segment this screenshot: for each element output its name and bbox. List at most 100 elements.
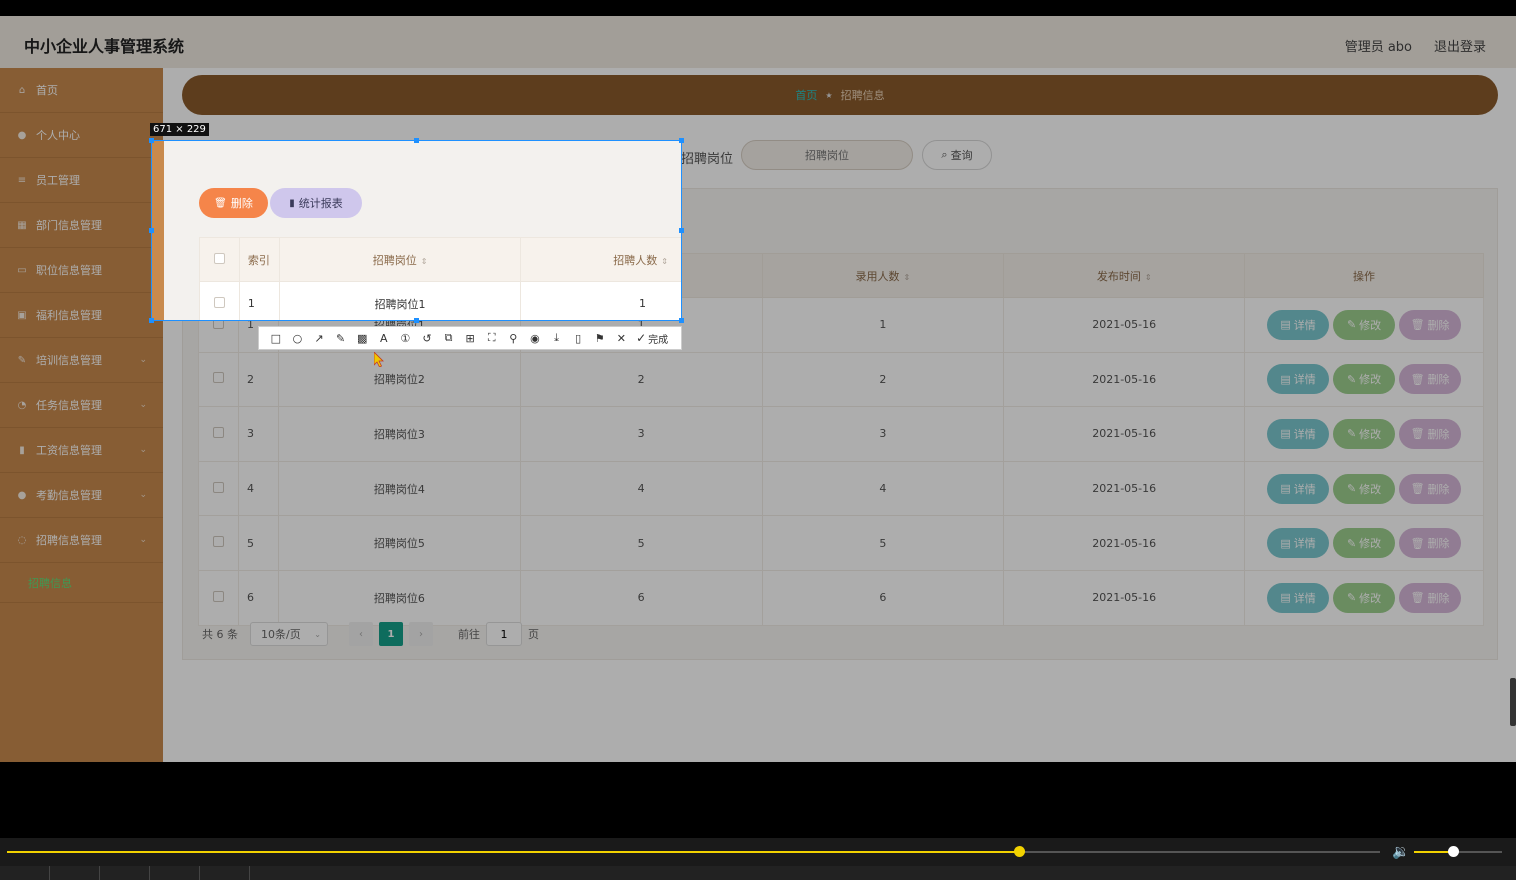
delete-button[interactable]: 🗑 删除 (1399, 309, 1462, 340)
sidebar-item-4[interactable]: ▭ 职位信息管理 (0, 248, 163, 293)
sidebar-item-3[interactable]: ▦ 部门信息管理 (0, 203, 163, 248)
sort-icon[interactable]: ⇕ (904, 273, 911, 282)
row-checkbox[interactable] (212, 426, 224, 438)
sidebar-item-6[interactable]: ✎ 培训信息管理 ⌄ (0, 338, 163, 383)
delete-button[interactable]: 🗑 删除 (1399, 418, 1462, 449)
sidebar-item-8[interactable]: ▮ 工资信息管理 ⌄ (0, 428, 163, 473)
bookmark-icon[interactable]: ⚑ (589, 328, 611, 348)
edit-button[interactable]: ✎ 修改 (1333, 528, 1396, 559)
row-checkbox-cell[interactable] (199, 281, 240, 320)
row-checkbox-cell[interactable] (198, 569, 239, 626)
volume-knob[interactable] (1447, 846, 1459, 857)
delete-button[interactable]: 🗑 删除 (1399, 528, 1462, 559)
row-checkbox[interactable] (212, 590, 224, 602)
volume-icon[interactable]: 🔉 (1392, 844, 1409, 860)
detail-button[interactable]: ▤ 详情 (1267, 528, 1330, 559)
close-icon[interactable]: ✕ (611, 328, 633, 348)
edit-button[interactable]: ✎ 修改 (1333, 582, 1396, 613)
sidebar-subitem-recruit-info[interactable]: 招聘信息 (0, 563, 163, 603)
sidebar-item-1[interactable]: ● 个人中心 (0, 113, 163, 158)
delete-button[interactable]: 🗑 删除 (1399, 473, 1462, 504)
resize-handle[interactable] (679, 138, 684, 143)
next-page-button[interactable]: › (409, 622, 433, 646)
detail-button[interactable]: ▤ 详情 (1267, 364, 1330, 395)
resize-handle[interactable] (679, 228, 684, 233)
cap-col-need[interactable]: 招聘人数 ⇕ (520, 237, 681, 282)
resize-handle[interactable] (149, 318, 154, 323)
search-input[interactable] (741, 140, 913, 170)
sidebar-item-9[interactable]: ● 考勤信息管理 ⌄ (0, 473, 163, 518)
translate-icon[interactable]: ⊞ (459, 328, 481, 348)
row-checkbox-cell[interactable] (198, 515, 239, 571)
search-button[interactable]: ⌕ 查询 (922, 140, 992, 170)
record-icon[interactable]: ◉ (524, 328, 546, 348)
resize-handle[interactable] (414, 318, 419, 323)
resize-handle[interactable] (414, 138, 419, 143)
cap-select-all[interactable] (199, 237, 240, 282)
text-tool-icon[interactable]: A (373, 328, 395, 348)
sort-icon[interactable]: ⇕ (661, 257, 668, 266)
col-header-hired[interactable]: 录用人数 ⇕ (761, 253, 1005, 298)
page-button-current[interactable]: 1 (379, 622, 403, 646)
done-button[interactable]: ✓ 完成 (636, 331, 668, 346)
table-row: 5 招聘岗位5 5 5 2021-05-16 ▤ 详情 ✎ 修改 🗑 删除 (198, 515, 1484, 571)
edit-button[interactable]: ✎ 修改 (1333, 364, 1396, 395)
pin-icon[interactable]: ⚲ (503, 328, 525, 348)
scrollbar-handle[interactable] (1510, 678, 1516, 726)
mosaic-tool-icon[interactable]: ▩ (351, 328, 373, 348)
scan-icon[interactable]: ⛶ (481, 328, 503, 348)
ellipse-tool-icon[interactable]: ○ (287, 328, 309, 348)
undo-icon[interactable]: ↺ (416, 328, 438, 348)
row-checkbox[interactable] (212, 536, 224, 548)
delete-button[interactable]: 🗑 删除 (1399, 582, 1462, 613)
resize-handle[interactable] (679, 318, 684, 323)
rectangle-tool-icon[interactable]: □ (265, 328, 287, 348)
arrow-tool-icon[interactable]: ↗ (308, 328, 330, 348)
select-all-checkbox[interactable] (213, 252, 225, 264)
sort-icon[interactable]: ⇕ (1145, 273, 1152, 282)
goto-page-input[interactable] (486, 622, 522, 646)
col-header-date[interactable]: 发布时间 ⇕ (1003, 253, 1246, 298)
cap-col-post[interactable]: 招聘岗位 ⇕ (278, 237, 522, 282)
row-checkbox[interactable] (212, 372, 224, 384)
prev-page-button[interactable]: ‹ (349, 622, 373, 646)
resize-handle[interactable] (149, 138, 154, 143)
edit-button[interactable]: ✎ 修改 (1333, 473, 1396, 504)
report-button[interactable]: ▮ 统计报表 (270, 188, 362, 218)
phone-icon[interactable]: ▯ (567, 328, 589, 348)
detail-button[interactable]: ▤ 详情 (1267, 582, 1330, 613)
cell-need: 4 (519, 460, 763, 517)
resize-handle[interactable] (149, 228, 154, 233)
detail-button[interactable]: ▤ 详情 (1267, 418, 1330, 449)
breadcrumb-home[interactable]: 首页 (795, 87, 817, 103)
sidebar-item-2[interactable]: ≡ 员工管理 (0, 158, 163, 203)
progress-knob[interactable] (1013, 846, 1025, 857)
user-icon: ● (17, 129, 27, 141)
page-size-select[interactable]: 10条/页 ⌄ (250, 622, 328, 646)
sort-icon[interactable]: ⇕ (421, 257, 428, 266)
edit-button[interactable]: ✎ 修改 (1333, 309, 1396, 340)
download-icon[interactable]: ⤓ (546, 328, 568, 348)
ocr-icon[interactable]: ⧉ (438, 328, 460, 348)
chevron-down-icon: ⌄ (139, 490, 147, 500)
row-checkbox[interactable] (212, 481, 224, 493)
sidebar-item-7[interactable]: ◔ 任务信息管理 ⌄ (0, 383, 163, 428)
detail-button[interactable]: ▤ 详情 (1267, 473, 1330, 504)
delete-button[interactable]: 🗑 删除 (1399, 364, 1462, 395)
pen-tool-icon[interactable]: ✎ (330, 328, 352, 348)
logout-link[interactable]: 退出登录 (1434, 36, 1486, 55)
batch-delete-button[interactable]: 🗑 删除 (199, 188, 268, 218)
sidebar-item-0[interactable]: ⌂ 首页 (0, 68, 163, 113)
row-checkbox[interactable] (213, 296, 225, 308)
volume-track[interactable] (1414, 846, 1502, 857)
sidebar-item-5[interactable]: ▣ 福利信息管理 (0, 293, 163, 338)
capture-region[interactable]: 🗑 删除 ▮ 统计报表 索引 招聘岗位 ⇕ 招聘人数 ⇕ 1 招聘岗位1 1 (151, 140, 682, 321)
row-checkbox-cell[interactable] (198, 351, 239, 408)
number-tool-icon[interactable]: ① (395, 328, 417, 348)
row-checkbox-cell[interactable] (198, 406, 239, 462)
edit-button[interactable]: ✎ 修改 (1333, 418, 1396, 449)
sidebar-item-10[interactable]: ◌ 招聘信息管理 ⌄ (0, 518, 163, 563)
detail-button[interactable]: ▤ 详情 (1267, 309, 1330, 340)
row-checkbox-cell[interactable] (198, 460, 239, 517)
progress-track[interactable] (7, 846, 1380, 857)
